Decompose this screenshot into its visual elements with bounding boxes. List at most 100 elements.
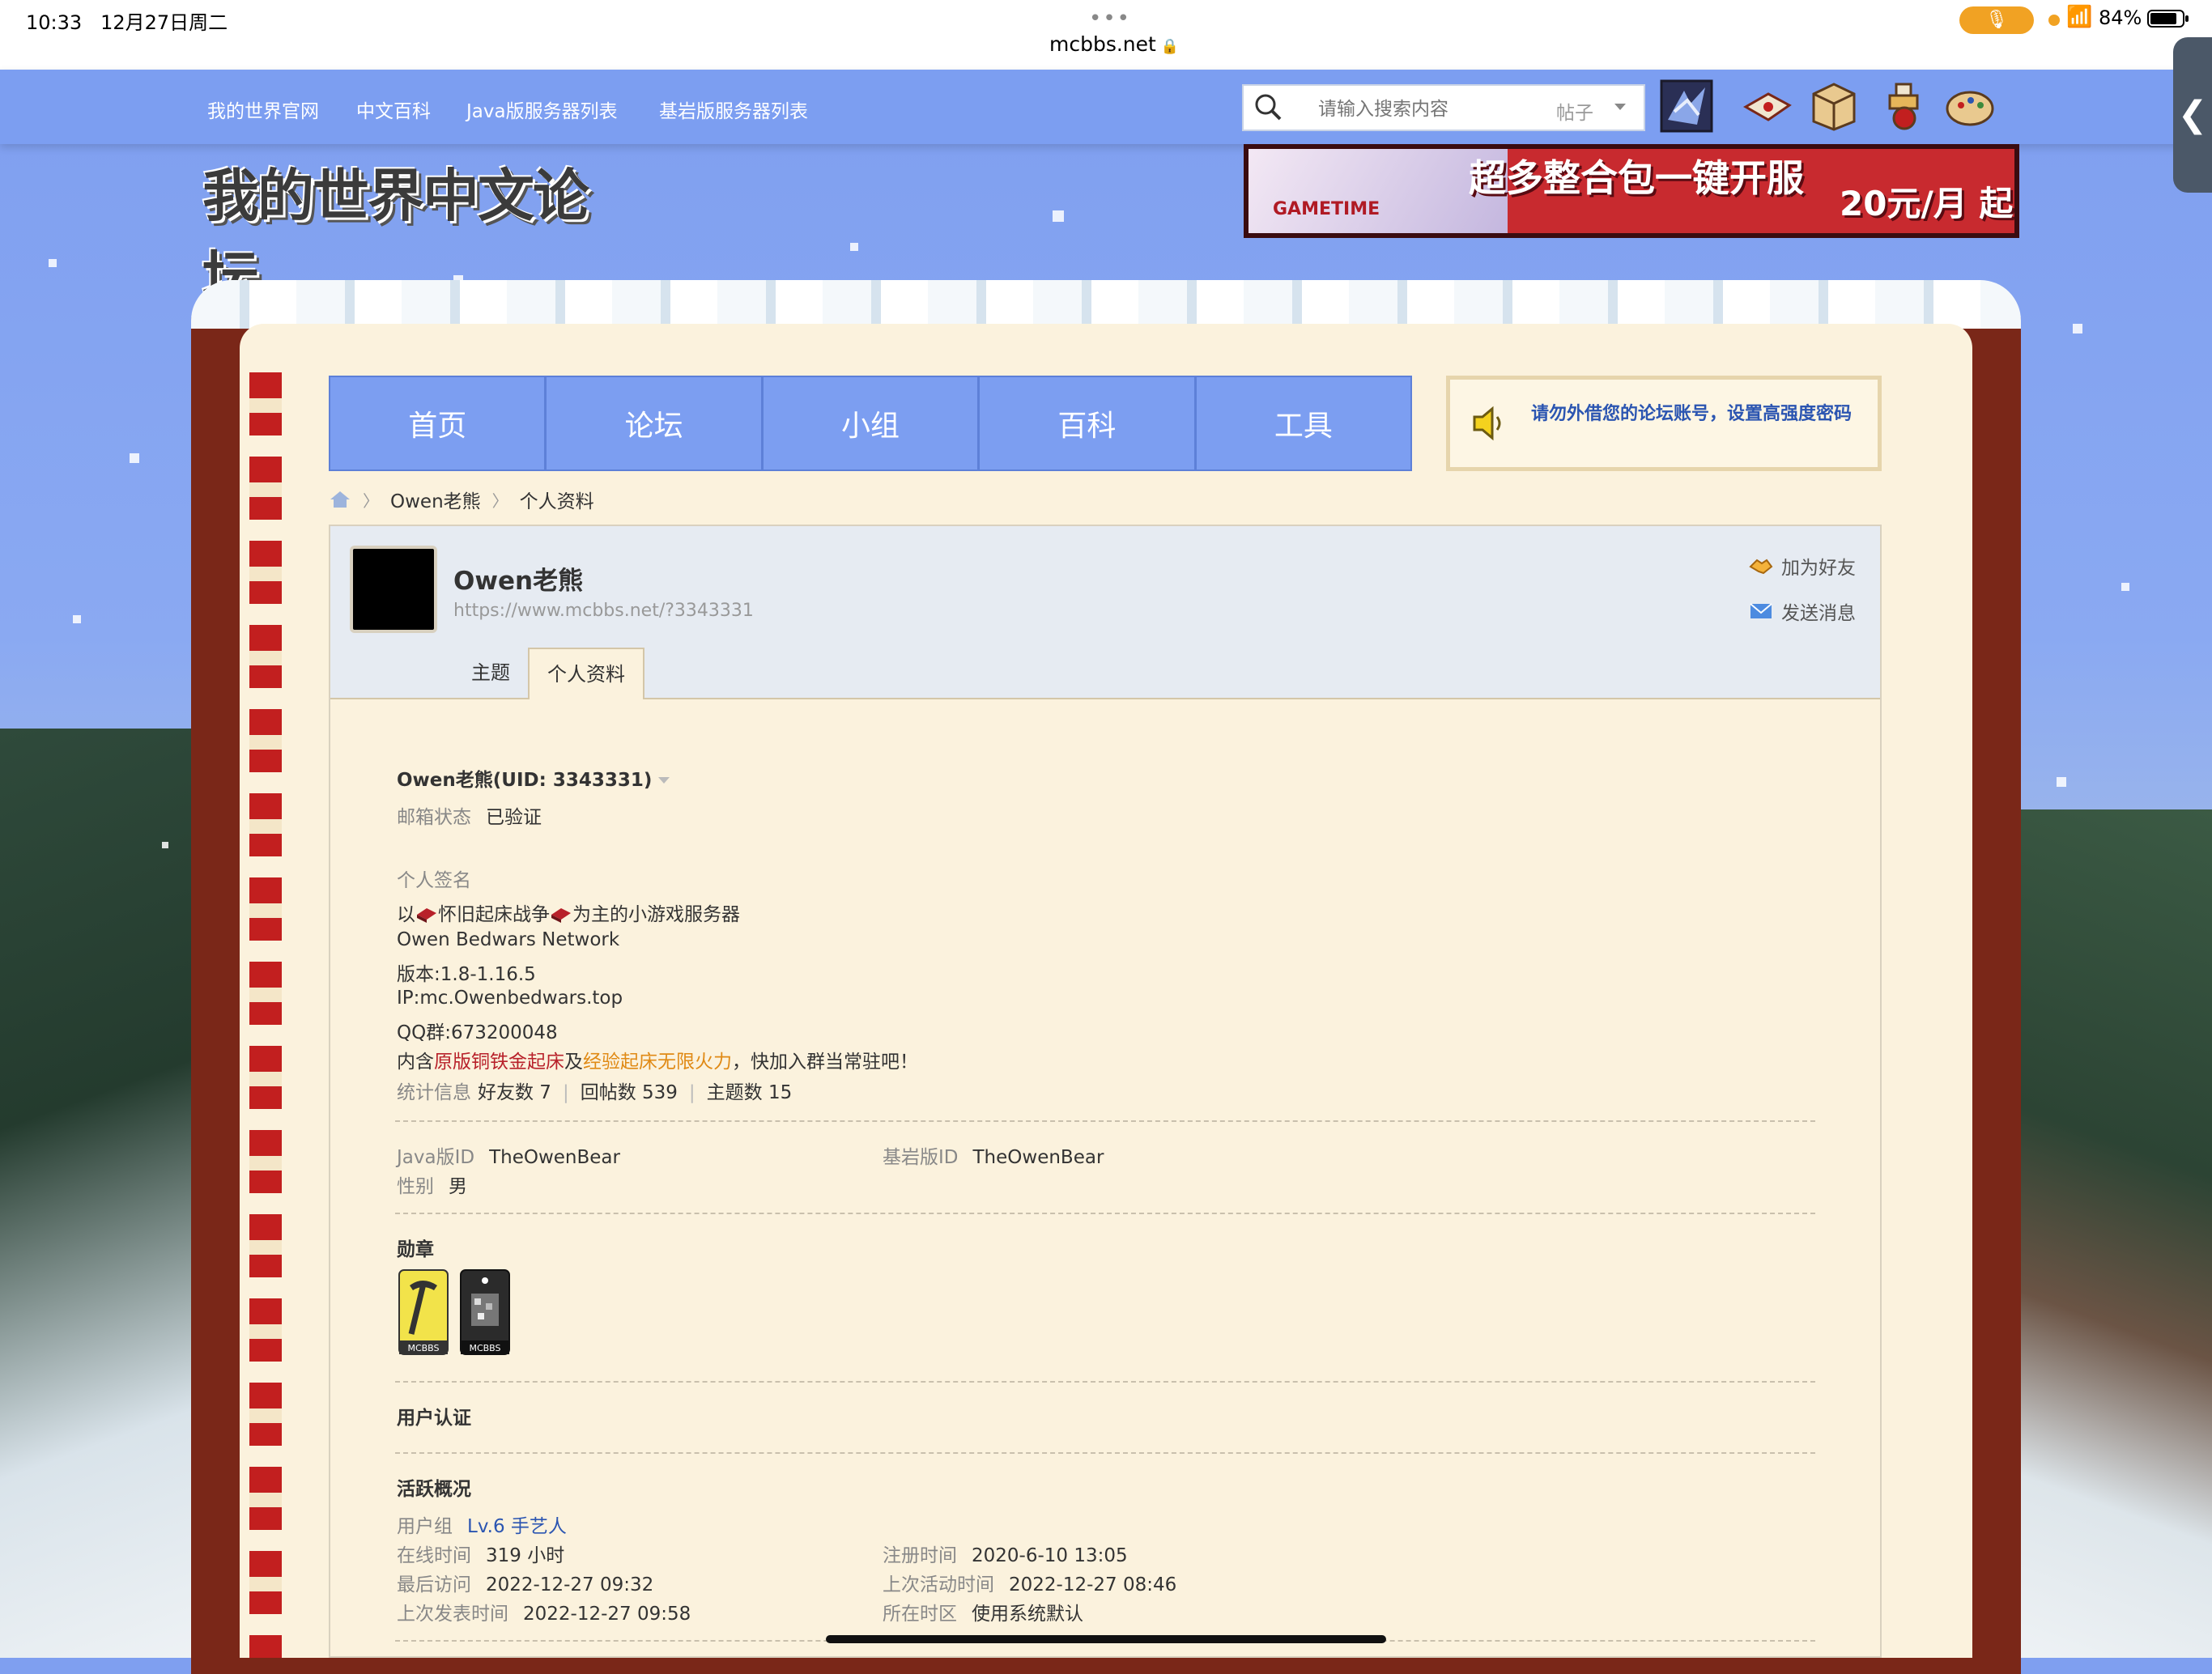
notifications-icon[interactable] xyxy=(1807,79,1861,133)
tab-tools[interactable]: 工具 xyxy=(1197,377,1410,469)
snowflake xyxy=(162,842,168,848)
tab-dots[interactable]: ••• xyxy=(1089,6,1131,31)
certification-title: 用户认证 xyxy=(397,1408,471,1429)
last-visit: 最后访问 2022-12-27 09:32 xyxy=(397,1574,654,1595)
profile-card: Owen老熊 https://www.mcbbs.net/?3343331 加为… xyxy=(329,525,1882,1658)
search-box: 帖子 xyxy=(1242,84,1645,131)
breadcrumb-user[interactable]: Owen老熊 xyxy=(390,486,481,513)
settings-palette-icon[interactable] xyxy=(1943,79,1997,133)
side-panel-toggle[interactable]: ❮ xyxy=(2173,37,2212,193)
send-message-button[interactable]: 发送消息 xyxy=(1749,597,1856,625)
handshake-icon xyxy=(1749,559,1773,575)
friend-count[interactable]: 好友数 7 xyxy=(478,1082,551,1103)
timezone: 所在时区 使用系统默认 xyxy=(883,1604,1083,1625)
home-indicator[interactable] xyxy=(826,1635,1386,1643)
profile-header: Owen老熊 https://www.mcbbs.net/?3343331 加为… xyxy=(330,526,1880,699)
chevron-down-icon[interactable] xyxy=(1614,104,1626,110)
snowflake xyxy=(2121,583,2129,591)
profile-tabs: 主题 个人资料 xyxy=(453,648,644,699)
signature-line-6: 内含原版铜铁金起床及经验起床无限火力，快加入群当常驻吧！ xyxy=(397,1052,918,1073)
gender: 性别男 xyxy=(397,1176,467,1197)
snowflake xyxy=(2073,324,2082,334)
avatar[interactable] xyxy=(350,546,437,633)
page-margin-decoration xyxy=(249,372,282,1658)
activity-title: 活跃概况 xyxy=(397,1479,471,1500)
pickaxe-medal-icon[interactable]: MCBBS xyxy=(398,1269,449,1355)
status-time: 10:33 12月27日周二 xyxy=(26,11,228,34)
tab-wiki[interactable]: 百科 xyxy=(980,377,1197,469)
nav-link-official[interactable]: 我的世界官网 xyxy=(207,96,319,123)
notice-text: 请勿外借您的论坛账号，设置高强度密码 xyxy=(1531,404,1853,424)
security-notice: 请勿外借您的论坛账号，设置高强度密码 xyxy=(1446,376,1882,471)
java-id: Java版ID TheOwenBear xyxy=(397,1147,620,1168)
bed-icon xyxy=(551,908,571,923)
banner-headline: 超多整合包一键开服 xyxy=(1469,156,1804,200)
profile-username: Owen老熊 xyxy=(453,567,584,596)
lock-icon: 🔒 xyxy=(1160,38,1180,55)
medals-title: 勋章 xyxy=(397,1239,434,1260)
snowflake xyxy=(2057,777,2066,787)
profile-url[interactable]: https://www.mcbbs.net/?3343331 xyxy=(453,601,754,621)
breadcrumb-separator: 〉 xyxy=(491,491,508,511)
tasks-icon[interactable] xyxy=(1877,79,1930,133)
ad-banner[interactable]: GAMETIME 超多整合包一键开服 20元/月 起 xyxy=(1244,144,2019,238)
user-group-link[interactable]: Lv.6 手艺人 xyxy=(467,1516,567,1537)
banner-brand: GAMETIME xyxy=(1273,199,1380,219)
battery-percent: 84% xyxy=(2099,6,2142,29)
signature-line-1: 以怀旧起床战争 为主的小游戏服务器 xyxy=(397,904,740,925)
tab-home[interactable]: 首页 xyxy=(330,377,547,469)
wifi-icon: 📶 xyxy=(2066,5,2093,29)
ios-status-bar: 10:33 12月27日周二 ••• mcbbs.net 🔒 🎙 📶 84% xyxy=(0,0,2212,70)
frame-snow xyxy=(191,280,2021,329)
add-friend-button[interactable]: 加为好友 xyxy=(1749,552,1856,580)
breadcrumb: 〉 Owen老熊 〉 个人资料 xyxy=(329,486,594,513)
ore-medal-icon[interactable]: MCBBS xyxy=(460,1269,510,1355)
nav-link-bedrock-servers[interactable]: 基岩版服务器列表 xyxy=(659,96,808,123)
divider xyxy=(395,1381,1815,1383)
battery-level xyxy=(2150,13,2176,24)
tab-profile[interactable]: 个人资料 xyxy=(528,648,644,699)
thread-count[interactable]: 主题数 15 xyxy=(707,1082,793,1103)
uid-line: Owen老熊(UID: 3343331) xyxy=(397,764,670,792)
snowflake xyxy=(1053,210,1064,222)
address-bar[interactable]: mcbbs.net 🔒 xyxy=(1049,32,1179,56)
messages-icon[interactable] xyxy=(1741,79,1794,133)
breadcrumb-separator: 〉 xyxy=(363,491,379,511)
email-status: 邮箱状态 已验证 xyxy=(397,807,542,828)
mic-indicator-icon: 🎙 xyxy=(1959,6,2034,34)
search-icon[interactable] xyxy=(1253,92,1283,121)
snowflake xyxy=(850,243,858,251)
signature-line-5: QQ群:673200048 xyxy=(397,1022,558,1043)
scenery-right xyxy=(2016,809,2212,1658)
tab-groups[interactable]: 小组 xyxy=(764,377,981,469)
reply-count[interactable]: 回帖数 539 xyxy=(581,1082,678,1103)
snowflake xyxy=(73,615,81,623)
divider xyxy=(395,1213,1815,1214)
divider xyxy=(395,1120,1815,1122)
online-time: 在线时间 319 小时 xyxy=(397,1545,565,1566)
user-group: 用户组 Lv.6 手艺人 xyxy=(397,1516,567,1537)
chevron-down-icon[interactable] xyxy=(658,777,670,784)
svg-text:MCBBS: MCBBS xyxy=(469,1343,500,1353)
signature-label: 个人签名 xyxy=(397,870,471,891)
search-type-select[interactable]: 帖子 xyxy=(1556,97,1593,125)
signature-line-3: 版本:1.8-1.16.5 xyxy=(397,964,536,985)
search-input[interactable] xyxy=(1317,94,1546,125)
last-post: 上次发表时间 2022-12-27 09:58 xyxy=(397,1604,691,1625)
nav-link-wiki[interactable]: 中文百科 xyxy=(356,96,431,123)
signature-line-2: Owen Bedwars Network xyxy=(397,929,620,950)
speaker-icon xyxy=(1473,406,1501,441)
stats-line: 统计信息 好友数 7 | 回帖数 539 | 主题数 15 xyxy=(397,1082,793,1103)
signature-line-4: IP:mc.Owenbedwars.top xyxy=(397,988,623,1009)
user-avatar-icon[interactable] xyxy=(1660,79,1713,133)
home-icon[interactable] xyxy=(329,490,351,509)
banner-price: 20元/月 起 xyxy=(1840,184,2014,223)
tab-forum[interactable]: 论坛 xyxy=(547,377,764,469)
register-time: 注册时间 2020-6-10 13:05 xyxy=(883,1545,1128,1566)
site-logo[interactable]: 我的世界中文论坛 xyxy=(202,144,632,311)
scenery-left xyxy=(0,729,202,1658)
last-active: 上次活动时间 2022-12-27 08:46 xyxy=(883,1574,1177,1595)
nav-link-java-servers[interactable]: Java版服务器列表 xyxy=(466,96,618,123)
battery-icon xyxy=(2147,10,2189,28)
tab-threads[interactable]: 主题 xyxy=(453,648,528,698)
